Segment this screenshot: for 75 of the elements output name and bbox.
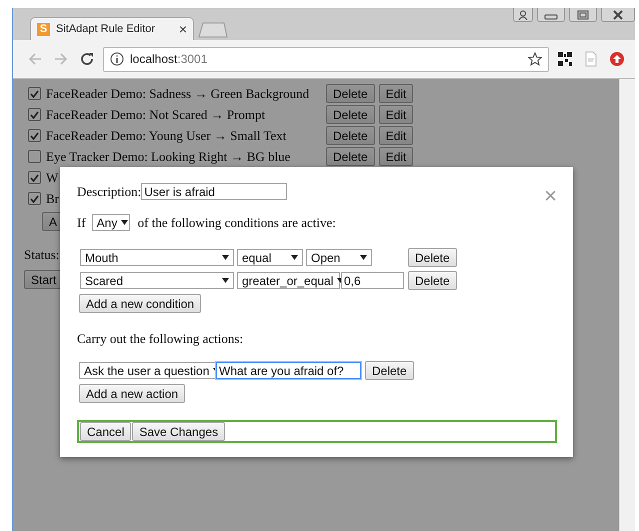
description-field[interactable]: User is afraid — [141, 183, 288, 200]
tab-close-button[interactable]: × — [178, 21, 187, 37]
status-label: Status: — [24, 247, 60, 262]
maximize-button[interactable] — [569, 8, 597, 22]
info-icon — [110, 52, 124, 66]
favicon-logo: S — [37, 22, 50, 36]
action-field[interactable]: What are you afraid of? — [216, 362, 361, 379]
qr-extension-button[interactable] — [555, 49, 575, 69]
value-select[interactable]: Open — [306, 249, 372, 266]
caret-icon — [360, 255, 367, 260]
checkbox[interactable] — [28, 87, 41, 100]
delete-button[interactable]: Delete — [365, 361, 414, 380]
reload-icon — [79, 51, 95, 67]
delete-button[interactable]: Delete — [408, 271, 457, 290]
caret-icon — [222, 255, 229, 260]
profile-button[interactable] — [513, 8, 533, 22]
caret-icon — [121, 220, 128, 225]
url-host: localhost — [130, 52, 178, 66]
caret-icon — [291, 255, 298, 260]
rule-label: FaceReader Demo: Not Scared → Prompt — [46, 106, 266, 122]
browser-tab[interactable]: S SitAdapt Rule Editor × — [30, 17, 194, 40]
edit-button[interactable]: Edit — [378, 105, 414, 124]
edit-button[interactable]: Edit — [378, 147, 414, 166]
operator-select[interactable]: greater_or_equal — [237, 272, 340, 289]
checkbox[interactable] — [28, 171, 41, 184]
field-select[interactable]: Mouth — [80, 249, 234, 266]
edit-button[interactable]: Edit — [378, 84, 414, 103]
minimize-button[interactable] — [537, 8, 565, 22]
tab-title: SitAdapt Rule Editor — [56, 23, 156, 35]
delete-button[interactable]: Delete — [326, 84, 375, 103]
action-select[interactable]: Ask the user a question — [79, 362, 216, 379]
field-select[interactable]: Scared — [80, 272, 234, 289]
checkbox[interactable] — [28, 192, 41, 205]
star-icon[interactable] — [528, 52, 542, 66]
delete-button[interactable]: Delete — [326, 105, 375, 124]
left-arrow-icon — [27, 51, 43, 67]
person-icon — [518, 10, 528, 20]
actions-heading: Carry out the following actions: — [77, 331, 244, 347]
document-icon — [583, 51, 599, 67]
right-arrow-icon — [53, 51, 69, 67]
rule-label: W — [46, 170, 58, 186]
check-icon — [30, 194, 39, 202]
close-window-button[interactable] — [601, 8, 635, 22]
delete-button[interactable]: Delete — [326, 147, 375, 166]
address-bar[interactable]: localhost:3001 — [103, 46, 549, 72]
up-arrow-circle-icon — [609, 51, 625, 67]
rule-label: Br — [46, 190, 59, 206]
upload-extension-button[interactable] — [607, 49, 627, 69]
checkbox[interactable] — [28, 108, 41, 121]
rule-label: Eye Tracker Demo: Looking Right → BG blue — [46, 148, 292, 164]
save-changes-button[interactable]: Save Changes — [132, 422, 226, 441]
rule-label: FaceReader Demo: Young User → Small Text — [46, 128, 288, 144]
qr-code-icon — [557, 51, 573, 67]
match-select[interactable]: Any — [92, 214, 130, 231]
value-field[interactable]: 0,6 — [341, 272, 404, 289]
operator-select[interactable]: equal — [237, 249, 303, 266]
scrollbar[interactable] — [619, 79, 635, 531]
if-label: If — [77, 214, 86, 230]
delete-button[interactable]: Delete — [408, 248, 457, 267]
caret-icon — [222, 278, 229, 283]
url-port: :3001 — [177, 52, 208, 66]
add-action-button[interactable]: Add a new action — [79, 384, 186, 403]
check-icon — [30, 90, 39, 98]
conditions-text: of the following conditions are active: — [138, 214, 336, 230]
description-label: Description: — [77, 184, 142, 200]
add-condition-button[interactable]: Add a new condition — [79, 294, 202, 313]
rule-label: FaceReader Demo: Sadness → Green Background — [46, 86, 310, 102]
check-icon — [30, 174, 39, 182]
delete-button[interactable]: Delete — [326, 126, 375, 145]
checkbox[interactable] — [28, 129, 41, 142]
cancel-button[interactable]: Cancel — [80, 422, 132, 441]
checkbox[interactable] — [28, 150, 41, 163]
check-icon — [30, 110, 39, 118]
edit-button[interactable]: Edit — [378, 126, 414, 145]
check-icon — [30, 132, 39, 140]
